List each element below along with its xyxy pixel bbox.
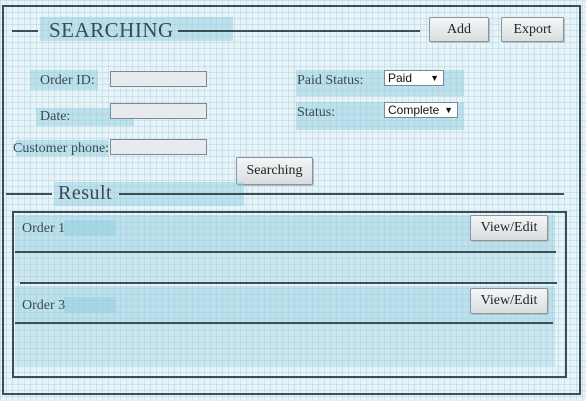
caret-down-icon: ▼ xyxy=(444,105,453,115)
customer-phone-field[interactable] xyxy=(110,139,207,155)
caret-down-icon: ▼ xyxy=(430,73,439,83)
date-field[interactable] xyxy=(110,103,207,119)
paid-status-value: Paid xyxy=(388,71,413,85)
order-row-gap-highlight xyxy=(15,253,555,283)
order-divider xyxy=(20,282,557,284)
view-edit-button[interactable]: View/Edit xyxy=(470,215,548,241)
result-rule-left xyxy=(6,193,52,195)
status-label: Status: xyxy=(297,105,336,120)
order-label: Order 1 xyxy=(22,221,66,236)
paid-status-select[interactable]: Paid ▼ xyxy=(384,70,444,86)
order-divider xyxy=(15,322,553,324)
order-row-bottom-highlight xyxy=(15,324,555,366)
date-label: Date: xyxy=(40,109,71,124)
result-title: Result xyxy=(58,182,113,204)
export-button[interactable]: Export xyxy=(501,17,564,42)
order-divider xyxy=(15,251,556,253)
status-select[interactable]: Complete ▼ xyxy=(384,102,458,118)
add-button[interactable]: Add xyxy=(429,17,489,42)
order-label: Order 3 xyxy=(22,298,66,313)
result-rule-right xyxy=(119,193,564,195)
order-id-label: Order ID: xyxy=(40,73,95,88)
order-label-highlight xyxy=(64,297,116,313)
order-id-field[interactable] xyxy=(110,71,207,87)
page-title: SEARCHING xyxy=(49,18,174,42)
paid-status-label: Paid Status: xyxy=(297,73,364,88)
title-rule-left xyxy=(12,30,38,32)
title-rule-right xyxy=(178,30,420,32)
order-label-highlight xyxy=(64,220,116,236)
status-value: Complete xyxy=(388,103,440,117)
customer-phone-label: Customer phone: xyxy=(13,141,110,156)
search-button[interactable]: Searching xyxy=(236,157,313,185)
view-edit-button[interactable]: View/Edit xyxy=(470,288,548,314)
